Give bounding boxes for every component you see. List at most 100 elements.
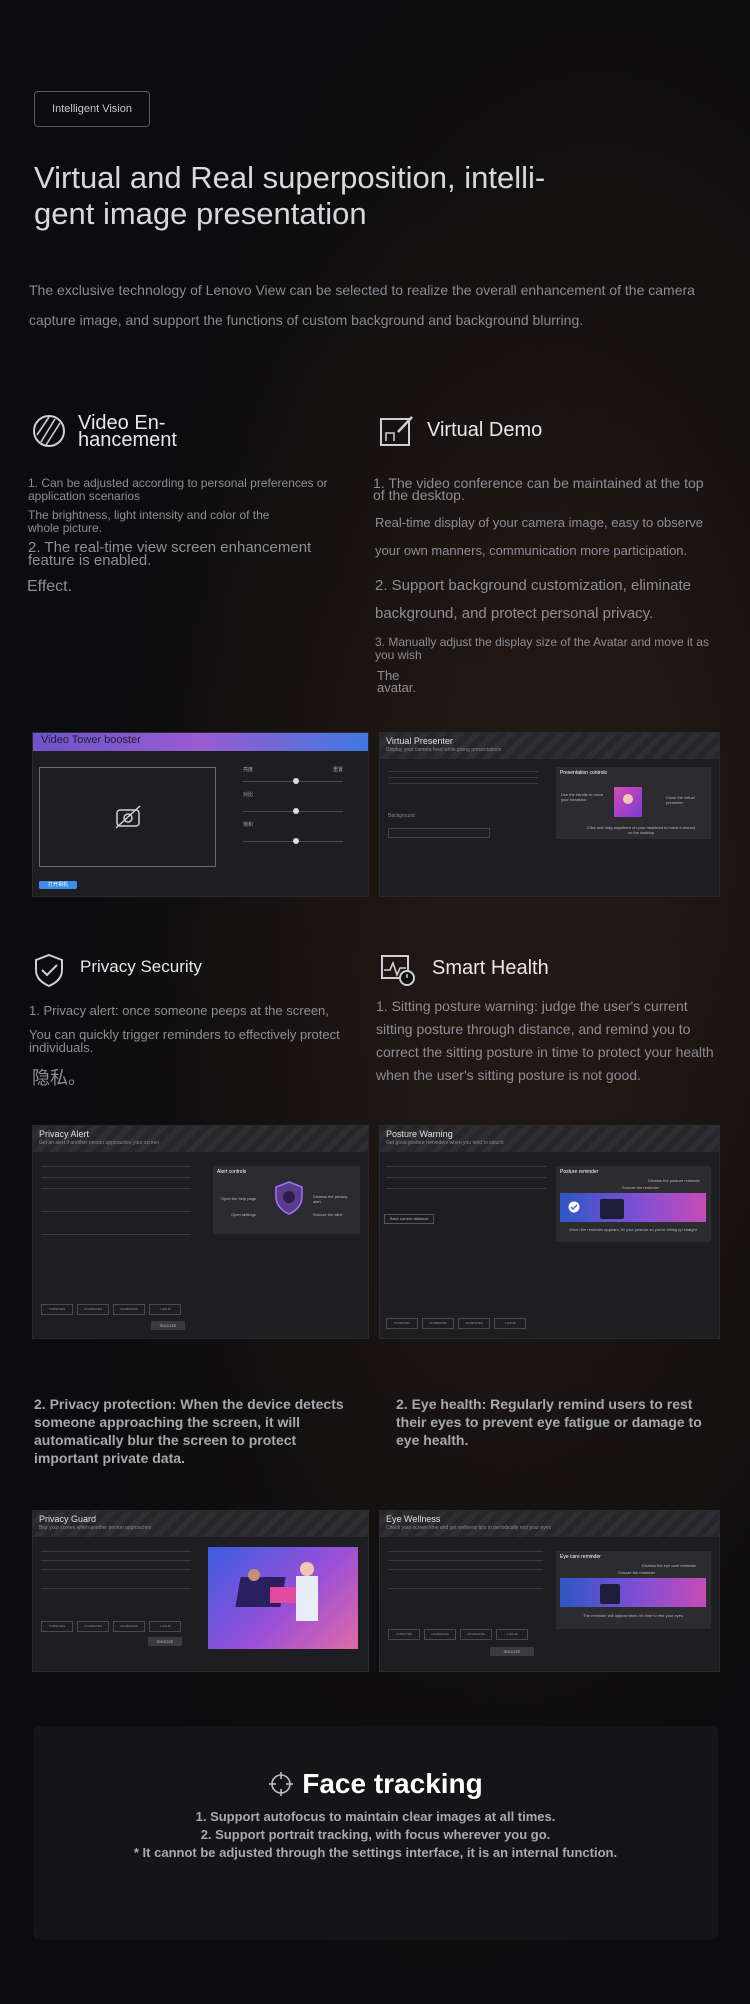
posture-warning-toggle-text: Get good posture reminders when you tend… — [386, 1140, 504, 1146]
posture-snooze-30-button[interactable]: 30 MINUTES — [458, 1318, 490, 1329]
virtual-presenter-header: Virtual Presenter Display your camera fe… — [380, 733, 719, 759]
callout-help: Open the help page — [221, 1196, 257, 1201]
callout-move-headshot: Use the handle to move your headshot — [561, 792, 604, 802]
callout-dismiss: Dismiss the privacy alert — [313, 1194, 348, 1204]
privacy-guard-snooze-action[interactable]: SNOOZE — [148, 1637, 182, 1646]
smart-health-p1: 1. Sitting posture warning: judge the us… — [376, 998, 714, 1083]
video-tower-title: Video Tower booster — [41, 734, 141, 746]
headshot-preview — [614, 787, 642, 817]
eye-snooze-60-button[interactable]: 1 HOUR — [496, 1629, 528, 1640]
face-tracking-heading: Face tracking — [33, 1768, 718, 1800]
eye-snooze-15-button[interactable]: 15 MINUTES — [424, 1629, 456, 1640]
privacy-security-p3: 隐私。 — [32, 1068, 86, 1088]
open-camera-button[interactable]: 打开相机 — [39, 881, 77, 889]
virtual-presenter-description — [388, 771, 538, 799]
privacy-alert-settings — [41, 1166, 191, 1235]
eye-wellness-screenshot: Eye Wellness Check your screen time and … — [379, 1510, 720, 1672]
alert-controls-title: Alert controls — [217, 1169, 247, 1175]
callout-snooze-posture: Snooze the reminder — [622, 1185, 660, 1190]
guard-snooze-15-button[interactable]: 15 MINUTES — [77, 1621, 109, 1632]
face-tracking-text: 1. Support autofocus to maintain clear i… — [33, 1808, 718, 1862]
intelligent-vision-badge: Intelligent Vision — [34, 91, 150, 127]
virtual-demo-p4: 3. Manually adjust the display size of t… — [375, 635, 709, 662]
callout-snooze: Snooze the alert — [313, 1212, 343, 1217]
eye-snooze-5-button[interactable]: 5 MINUTES — [388, 1629, 420, 1640]
posture-warning-header: Posture Warning Get good posture reminde… — [380, 1126, 719, 1152]
eye-wellness-snooze-buttons: 5 MINUTES 15 MINUTES 30 MINUTES 1 HOUR — [388, 1629, 532, 1640]
virtual-demo-icon — [380, 416, 413, 446]
background-label: Background — [388, 813, 415, 819]
eye-care-footer: The reminder will appear when it's time … — [583, 1613, 683, 1618]
callout-dismiss-posture: Dismiss the posture reminder — [648, 1178, 701, 1183]
posture-check-icon — [568, 1201, 580, 1213]
privacy-guard-settings — [41, 1551, 191, 1589]
privacy-guard-snooze-buttons: 5 MINUTES 15 MINUTES 30 MINUTES 1 HOUR — [41, 1621, 185, 1632]
eye-wellness-settings — [388, 1551, 543, 1589]
shield-icon — [35, 953, 63, 988]
video-tower-header: Video Tower booster — [33, 733, 368, 751]
virtual-demo-title: Virtual Demo — [427, 419, 543, 441]
virtual-presenter-toggle-text: Display your camera feed while giving pr… — [386, 747, 502, 753]
privacy-alert-header: Privacy Alert Get an alert if another pe… — [33, 1126, 368, 1152]
snooze-5-button[interactable]: 5 MINUTES — [41, 1304, 73, 1315]
contrast-label: 对比 — [243, 792, 254, 798]
snooze-15-button[interactable]: 15 MINUTES — [77, 1304, 109, 1315]
snooze-30-button[interactable]: 30 MINUTES — [113, 1304, 145, 1315]
virtual-demo-p5-line2: avatar. — [377, 680, 417, 695]
guard-snooze-5-button[interactable]: 5 MINUTES — [41, 1621, 73, 1632]
posture-banner — [560, 1193, 706, 1222]
slider-3[interactable] — [243, 838, 343, 844]
video-enhancement-title: Video En- hancement — [78, 413, 177, 450]
hero-title: Virtual and Real superposition, intelli-… — [34, 160, 546, 231]
face-tracking-line1: 1. Support autofocus to maintain clear i… — [195, 1809, 556, 1824]
privacy-alert-screenshot: Privacy Alert Get an alert if another pe… — [32, 1125, 369, 1339]
video-tower-booster-screenshot: Video Tower booster 亮度 重置 对比 饱和 打开相机 — [32, 732, 369, 897]
posture-snooze-buttons: 5 MINUTES 15 MINUTES 30 MINUTES 1 HOUR — [386, 1318, 530, 1329]
alert-controls-panel: Alert controls Open the help page Open s… — [213, 1166, 360, 1234]
video-enhancement-p4: Effect. — [27, 578, 73, 595]
privacy-protection-text: 2. Privacy protection: When the device d… — [34, 1396, 344, 1466]
posture-warning-title: Posture Warning — [386, 1129, 453, 1139]
slider-2[interactable] — [243, 808, 343, 814]
camera-off-icon — [115, 805, 141, 829]
slider-1[interactable] — [243, 778, 343, 784]
saturation-label: 饱和 — [243, 822, 254, 828]
eye-wellness-header: Eye Wellness Check your screen time and … — [380, 1511, 719, 1537]
eye-wellness-snooze-action[interactable]: SNOOZE — [490, 1647, 534, 1656]
eye-care-banner — [560, 1578, 706, 1607]
privacy-guard-screenshot: Privacy Guard Blur your screen when anot… — [32, 1510, 369, 1672]
camera-preview — [39, 767, 216, 867]
guard-snooze-60-button[interactable]: 1 HOUR — [149, 1621, 181, 1632]
posture-snooze-5-button[interactable]: 5 MINUTES — [386, 1318, 418, 1329]
virtual-demo-p1: 1. The video conference can be maintaine… — [373, 475, 704, 503]
face-tracking-line2: 2. Support portrait tracking, with focus… — [200, 1827, 551, 1842]
privacy-guard-title: Privacy Guard — [39, 1514, 97, 1524]
save-distance-button[interactable]: Save current distance — [384, 1214, 434, 1224]
callout-settings: Open settings — [231, 1212, 256, 1217]
posture-reminder-panel: Posture reminder Dismiss the posture rem… — [556, 1166, 711, 1242]
video-enhancement-p2: The brightness, light intensity and colo… — [28, 508, 270, 535]
callout-snooze-eye: Snooze the reminder — [618, 1570, 656, 1575]
privacy-alert-title: Privacy Alert — [39, 1129, 90, 1139]
reset-label[interactable]: 重置 — [333, 766, 343, 773]
callout-dismiss-eye: Dismiss the eye care reminder — [642, 1563, 697, 1568]
video-enhancement-p1: 1. Can be adjusted according to personal… — [28, 476, 328, 503]
posture-footer: When the reminder appears, fix your post… — [569, 1227, 697, 1232]
callout-close-presenter: Close the virtual presenter — [666, 795, 695, 805]
video-enhancement-p3: 2. The real-time view screen enhancement… — [28, 539, 312, 569]
background-select[interactable] — [388, 828, 490, 838]
privacy-alert-toggle-text: Get an alert if another person approache… — [39, 1140, 160, 1146]
face-tracking-line3: * It cannot be adjusted through the sett… — [133, 1845, 618, 1860]
posture-reminder-title: Posture reminder — [560, 1169, 599, 1175]
guard-snooze-30-button[interactable]: 30 MINUTES — [113, 1621, 145, 1632]
smart-health-icon — [381, 955, 415, 986]
snooze-60-button[interactable]: 1 HOUR — [149, 1304, 181, 1315]
eye-snooze-30-button[interactable]: 30 MINUTES — [460, 1629, 492, 1640]
privacy-alert-snooze-action[interactable]: SNOOZE — [151, 1321, 185, 1330]
posture-snooze-15-button[interactable]: 15 MINUTES — [422, 1318, 454, 1329]
posture-snooze-60-button[interactable]: 1 HOUR — [494, 1318, 526, 1329]
eye-care-panel: Eye care reminder Dismiss the eye care r… — [556, 1551, 711, 1629]
eye-wellness-title: Eye Wellness — [386, 1514, 441, 1524]
hero-description: The exclusive technology of Lenovo View … — [29, 282, 695, 328]
video-enhancement-icon — [33, 415, 65, 447]
